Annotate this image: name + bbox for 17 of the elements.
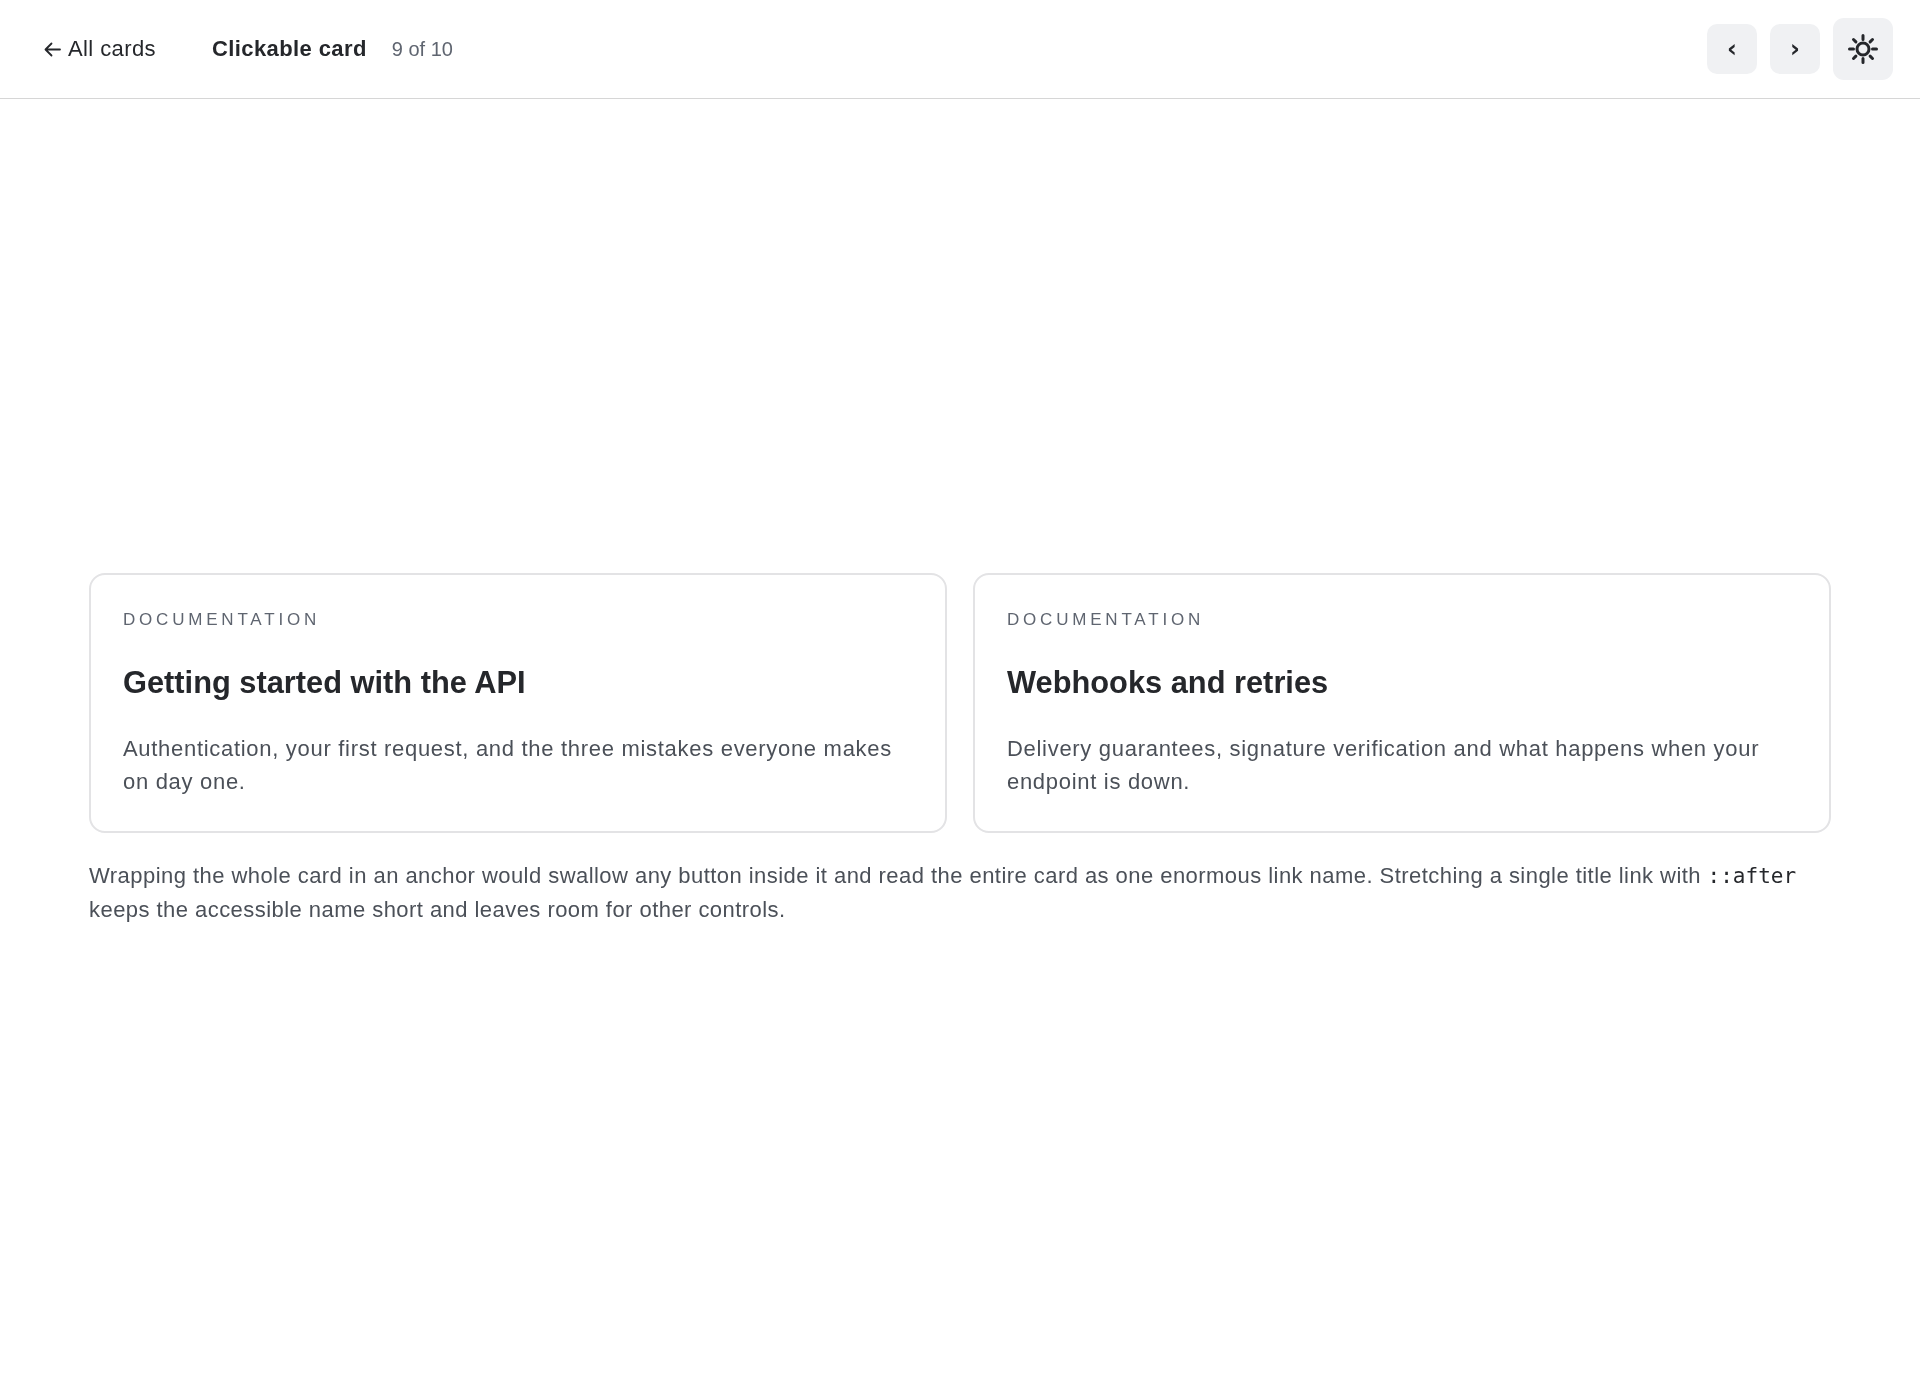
next-button[interactable]: › (1770, 24, 1820, 74)
card-title-link[interactable]: Getting started with the API (123, 662, 913, 703)
explanation-text: Wrapping the whole card in an anchor would swallow any button inside it and read the entire card as one enormous link name. Stretching a single title link with ::after keeps the accessible name short and leaves room for other controls. (89, 861, 1798, 924)
card-title-link[interactable]: Webhooks and retries (1007, 662, 1797, 703)
card-position: 9 of 10 (391, 37, 453, 61)
doc-card[interactable]: DOCUMENTATION Webhooks and retries Delivery guarantees, signature verification and what happens when your endpoint is down. (973, 572, 1831, 833)
arrow-left-icon (44, 41, 61, 57)
card-description: Delivery guarantees, signature verification and what happens when your endpoint is down. (1007, 734, 1761, 796)
card-description: Authentication, your first request, and the three mistakes everyone makes on day one. (123, 734, 893, 796)
back-link[interactable]: All cards (44, 36, 156, 62)
card-category: DOCUMENTATION (1007, 608, 1206, 631)
sun-icon (1848, 34, 1878, 64)
card-category: DOCUMENTATION (123, 608, 322, 631)
page-title: Clickable card (211, 36, 367, 62)
theme-toggle-button[interactable] (1833, 18, 1893, 80)
previous-button[interactable]: ‹ (1707, 24, 1757, 74)
doc-card[interactable]: DOCUMENTATION Getting started with the API Authentication, your first request, and the three mistakes everyone makes on day one. (89, 572, 947, 833)
